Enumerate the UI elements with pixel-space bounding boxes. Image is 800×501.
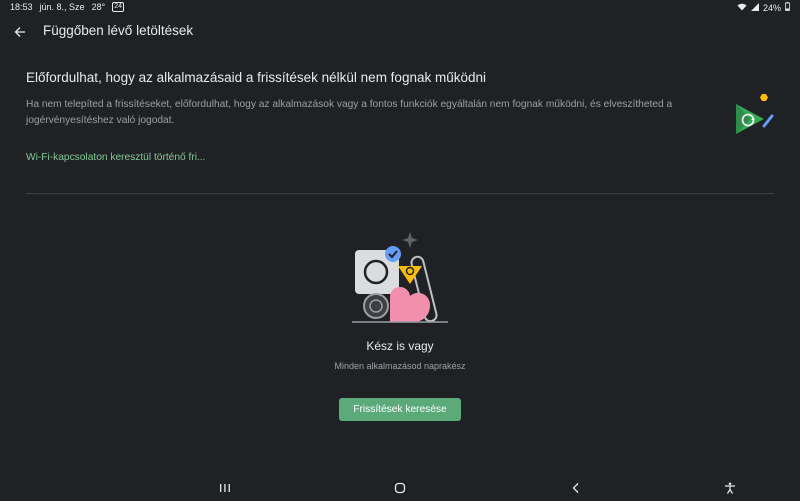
wifi-icon <box>737 3 747 13</box>
arrow-back-icon <box>14 27 25 37</box>
status-badge: 24 <box>112 2 124 12</box>
accessibility-icon <box>725 482 735 494</box>
status-right: 24% <box>737 2 790 13</box>
status-left: 18:53 jún. 8., Sze 28° 24 <box>10 2 124 12</box>
app-bar: Függőben lévő letöltések <box>0 18 800 46</box>
status-temp: 28° <box>91 2 106 12</box>
status-bar: 18:53 jún. 8., Sze 28° 24 24% <box>0 0 800 14</box>
section-divider <box>26 193 774 194</box>
status-date: jún. 8., Sze <box>39 2 85 12</box>
battery-icon <box>785 2 790 13</box>
status-time: 18:53 <box>10 2 33 12</box>
recents-button[interactable] <box>216 480 234 496</box>
accessibility-button[interactable] <box>721 480 739 496</box>
empty-state-subtitle: Minden alkalmazásod naprakész <box>334 361 466 371</box>
nav-back-button[interactable] <box>567 480 585 496</box>
warning-body: Ha nem telepíted a frissítéseket, előfor… <box>26 99 673 126</box>
wifi-update-link[interactable]: Wi-Fi-kapcsolaton keresztül történő fri.… <box>26 152 205 163</box>
empty-state-title: Kész is vagy <box>366 339 434 353</box>
system-nav-bar <box>0 477 800 499</box>
battery-text: 24% <box>762 2 781 13</box>
recents-icon <box>220 484 230 492</box>
home-icon <box>394 482 406 494</box>
play-store-update-illustration <box>728 92 778 138</box>
home-button[interactable] <box>391 480 409 496</box>
all-updated-illustration <box>348 228 452 328</box>
page-title: Függőben lévő letöltések <box>43 23 194 38</box>
nav-back-icon <box>572 483 579 493</box>
signal-icon <box>750 2 759 13</box>
check-updates-button[interactable]: Frissítések keresése <box>339 398 461 421</box>
warning-title: Előfordulhat, hogy az alkalmazásaid a fr… <box>26 70 486 85</box>
back-button[interactable] <box>10 22 30 42</box>
